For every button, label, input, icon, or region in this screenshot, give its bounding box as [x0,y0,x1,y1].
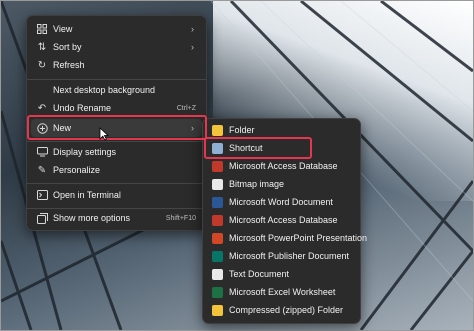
menu-item-label: Display settings [53,147,117,157]
menu-separator [27,141,206,142]
shortcut-icon [212,142,223,154]
menu-item-refresh[interactable]: ↻ Refresh [31,56,202,74]
zip-folder-icon [212,304,223,316]
chevron-right-icon: › [191,42,194,52]
word-icon [212,196,223,208]
sort-icon: ⇅ [37,41,47,53]
chevron-right-icon: › [191,24,194,34]
menu-item-view[interactable]: View › [31,20,202,38]
brush-icon: ✎ [37,164,47,176]
submenu-item-label: Microsoft Excel Worksheet [229,287,336,297]
text-document-icon [212,268,223,280]
view-grid-icon [36,23,48,35]
submenu-item-label: Folder [229,125,255,135]
submenu-item-access-database-2[interactable]: Microsoft Access Database [207,211,356,229]
shortcut-hint: Ctrl+Z [176,104,196,112]
menu-item-display-settings[interactable]: Display settings [31,143,202,161]
menu-item-sort-by[interactable]: ⇅ Sort by › [31,38,202,56]
access-icon [212,214,223,226]
submenu-item-bitmap-image[interactable]: Bitmap image [207,175,356,193]
menu-item-label: Show more options [53,213,131,223]
chevron-right-icon: › [191,123,194,133]
menu-item-label: Personalize [53,165,101,175]
access-icon [212,160,223,172]
new-plus-icon [36,122,48,134]
refresh-icon: ↻ [37,59,47,71]
menu-item-label: Refresh [53,60,85,70]
menu-item-new[interactable]: New › [31,119,202,137]
menu-item-label: Next desktop background [53,85,156,95]
menu-item-label: New [53,123,72,133]
menu-item-personalize[interactable]: ✎ Personalize [31,161,202,179]
powerpoint-icon [212,232,223,244]
menu-item-label: Sort by [53,42,82,52]
submenu-item-label: Microsoft Access Database [229,161,338,171]
menu-item-undo-rename[interactable]: ↶ Undo Rename Ctrl+Z [31,99,202,117]
menu-item-label: Open in Terminal [53,190,121,200]
submenu-item-shortcut[interactable]: Shortcut [207,139,356,157]
submenu-item-access-database[interactable]: Microsoft Access Database [207,157,356,175]
submenu-item-label: Compressed (zipped) Folder [229,305,344,315]
new-submenu: Folder Shortcut Microsoft Access Databas… [202,118,367,324]
menu-separator [27,79,206,80]
submenu-item-excel[interactable]: Microsoft Excel Worksheet [207,283,356,301]
submenu-item-word-document[interactable]: Microsoft Word Document [207,193,356,211]
mouse-pointer-icon [99,127,109,141]
undo-icon: ↶ [37,102,47,114]
submenu-item-publisher[interactable]: Microsoft Publisher Document [207,247,356,265]
submenu-item-folder[interactable]: Folder [207,121,356,139]
menu-item-label: View [53,24,73,34]
folder-icon [212,124,223,136]
submenu-item-label: Microsoft Word Document [229,197,333,207]
menu-item-next-background[interactable]: Next desktop background [31,81,202,99]
publisher-icon [212,250,223,262]
excel-icon [212,286,223,298]
menu-item-label: Undo Rename [53,103,112,113]
submenu-item-zipped-folder[interactable]: Compressed (zipped) Folder [207,301,356,319]
submenu-item-label: Microsoft Publisher Document [229,251,350,261]
bitmap-icon [212,178,223,190]
more-options-icon [36,212,48,224]
submenu-item-label: Shortcut [229,143,263,153]
submenu-item-label: Microsoft Access Database [229,215,338,225]
display-icon [36,146,48,158]
terminal-icon [36,189,48,201]
menu-item-show-more-options[interactable]: Show more options Shift+F10 [31,209,202,227]
submenu-item-label: Bitmap image [229,179,285,189]
submenu-item-text-document[interactable]: Text Document [207,265,356,283]
submenu-item-label: Microsoft PowerPoint Presentation [229,233,368,243]
submenu-item-label: Text Document [229,269,290,279]
menu-item-open-terminal[interactable]: Open in Terminal [31,186,202,204]
menu-separator [27,183,206,184]
submenu-item-powerpoint[interactable]: Microsoft PowerPoint Presentation [207,229,367,247]
desktop-context-menu: View › ⇅ Sort by › ↻ Refresh Next deskto… [26,15,207,231]
shortcut-hint: Shift+F10 [165,214,196,222]
